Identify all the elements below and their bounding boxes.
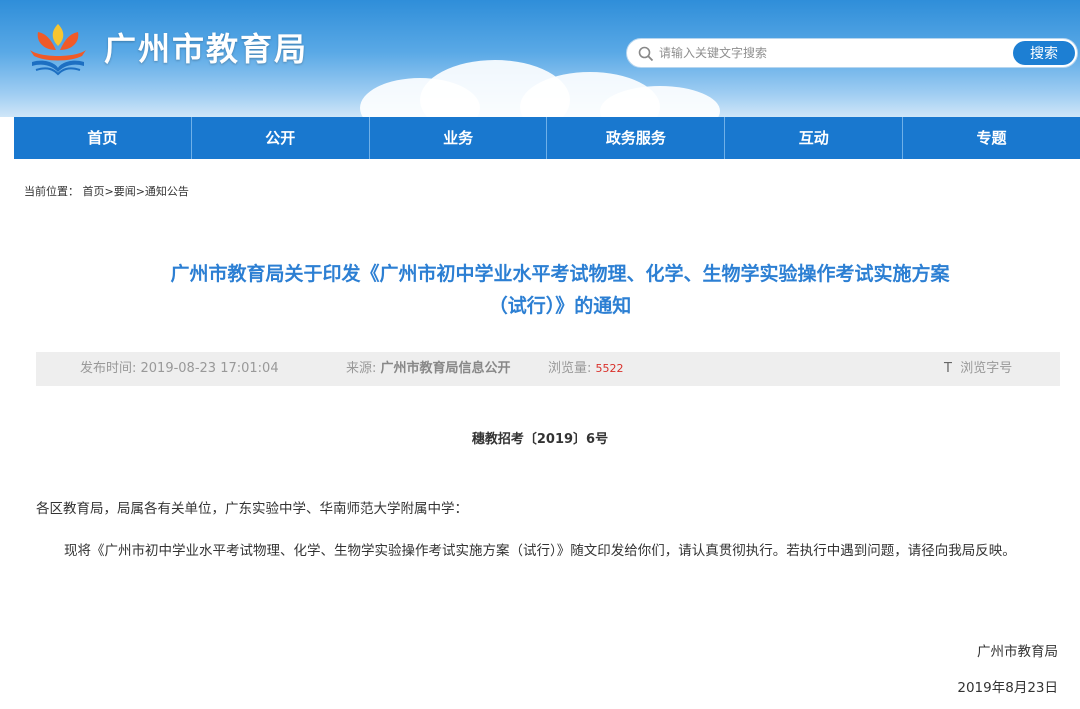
view-count-value: 5522	[595, 362, 624, 375]
search-input[interactable]	[659, 43, 1019, 63]
view-count: 浏览量: 5522	[548, 352, 624, 386]
document-number: 穗教招考〔2019〕6号	[471, 432, 609, 447]
article-body: 现将《广州市初中学业水平考试物理、化学、生物学实验操作考试实施方案（试行）》随文…	[64, 543, 1016, 559]
breadcrumb-label: 当前位置：	[24, 185, 79, 198]
nav-item-business[interactable]: 业务	[370, 117, 548, 159]
breadcrumb: 当前位置： 首页>要闻>通知公告	[24, 183, 189, 199]
search-icon	[638, 46, 654, 62]
article-title-line2: （试行）》的通知	[488, 295, 632, 317]
font-size-icon: T	[944, 361, 952, 376]
article-title: 广州市教育局关于印发《广州市初中学业水平考试物理、化学、生物学实验操作考试实施方…	[60, 258, 1060, 322]
signature-date: 2019年8月23日	[957, 680, 1058, 696]
site-title[interactable]: 广州市教育局	[104, 24, 308, 70]
source-value: 广州市教育局信息公开	[380, 361, 511, 376]
main-nav: 首页 公开 业务 政务服务 互动 专题	[14, 117, 1080, 159]
nav-item-interaction[interactable]: 互动	[725, 117, 904, 159]
publish-time-value: 2019-08-23 17:01:04	[140, 361, 279, 376]
view-count-label: 浏览量:	[548, 361, 596, 376]
source-label: 来源:	[346, 361, 381, 376]
logo-emblem-icon[interactable]	[26, 20, 90, 76]
search-box: 搜索	[626, 38, 1078, 68]
source: 来源: 广州市教育局信息公开	[346, 352, 511, 386]
publish-time-label: 发布时间:	[80, 361, 141, 376]
breadcrumb-path[interactable]: 首页>要闻>通知公告	[83, 185, 189, 198]
nav-item-topics[interactable]: 专题	[903, 117, 1080, 159]
nav-item-home[interactable]: 首页	[14, 117, 192, 159]
nav-item-public[interactable]: 公开	[192, 117, 370, 159]
search-button[interactable]: 搜索	[1013, 41, 1075, 65]
article-title-line1: 广州市教育局关于印发《广州市初中学业水平考试物理、化学、生物学实验操作考试实施方…	[170, 263, 950, 285]
article-meta-bar: 发布时间: 2019-08-23 17:01:04 来源: 广州市教育局信息公开…	[36, 352, 1060, 386]
site-header: 广州市教育局 搜索	[0, 0, 1080, 117]
font-size-label[interactable]: 浏览字号	[960, 361, 1012, 376]
salutation: 各区教育局，局属各有关单位，广东实验中学、华南师范大学附属中学：	[36, 501, 468, 517]
nav-item-gov-service[interactable]: 政务服务	[547, 117, 726, 159]
publish-time: 发布时间: 2019-08-23 17:01:04	[80, 352, 279, 386]
signature-org: 广州市教育局	[977, 644, 1058, 660]
font-size-control[interactable]: T 浏览字号	[944, 352, 1012, 386]
